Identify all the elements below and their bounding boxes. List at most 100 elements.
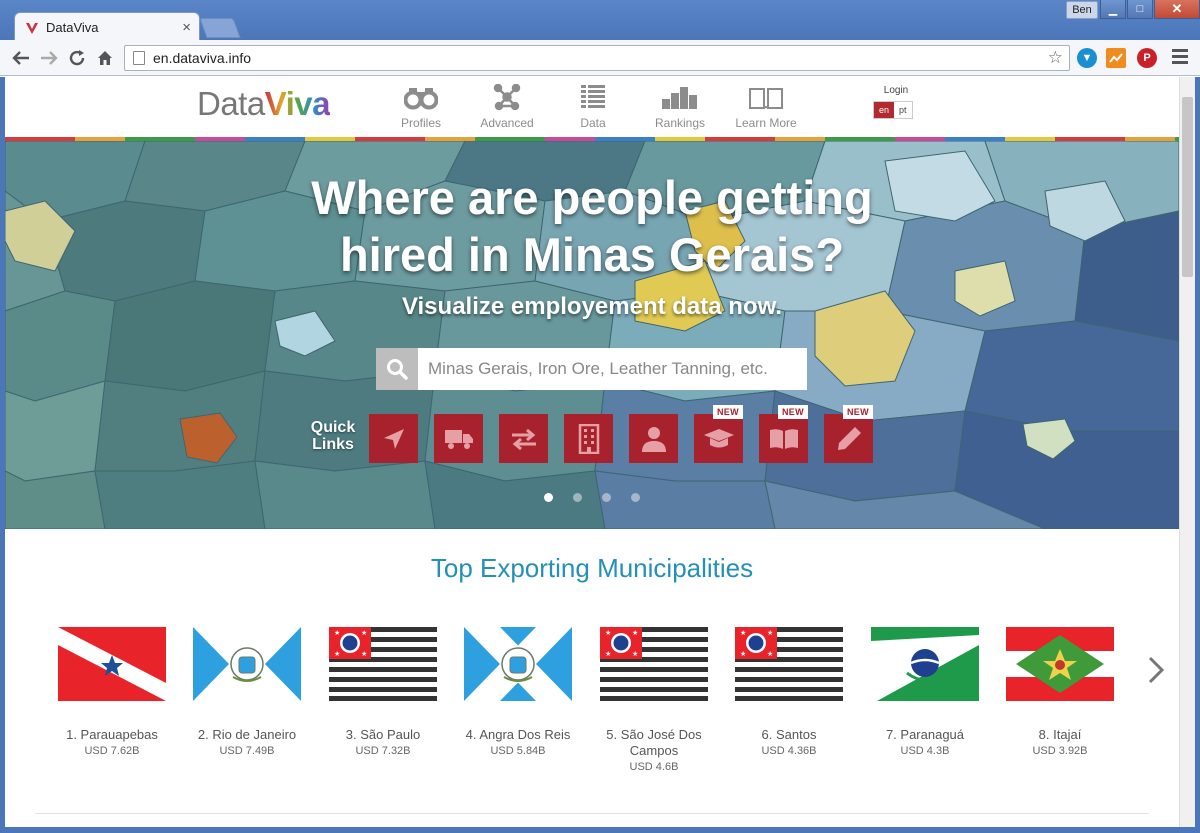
municipality-card[interactable]: ★ ★ ★ ★ 5. São José Dos Campos USD 4.6B — [586, 627, 722, 773]
extension-chart-icon[interactable] — [1106, 48, 1126, 68]
reload-icon[interactable] — [66, 47, 88, 69]
municipality-value: USD 7.32B — [355, 745, 411, 757]
municipality-card[interactable]: ★ ★ ★ ★ 6. Santos USD 4.36B — [721, 627, 857, 757]
browser-tab[interactable]: DataViva × — [14, 12, 200, 42]
sao-paulo-flag: ★ ★ ★ ★ — [329, 627, 437, 701]
carousel-dot[interactable] — [544, 493, 553, 502]
bookmark-star-icon[interactable]: ☆ — [1048, 48, 1063, 68]
scrollbar-thumb[interactable] — [1182, 97, 1193, 277]
municipality-name: 1. Parauapebas — [66, 727, 158, 742]
quick-link-person[interactable] — [629, 414, 678, 463]
browser-menu-icon[interactable] — [1172, 49, 1188, 65]
page-icon — [133, 51, 145, 65]
carousel-dot[interactable] — [602, 493, 611, 502]
page-scrollbar[interactable] — [1179, 77, 1195, 827]
carousel-dot[interactable] — [573, 493, 582, 502]
login-link[interactable]: Login — [873, 85, 919, 96]
building-icon — [578, 423, 599, 454]
new-tab-button[interactable] — [199, 18, 241, 38]
svg-text:★: ★ — [632, 629, 638, 637]
page-viewport: DataViva Profiles Advanced Data Rankings — [5, 77, 1179, 833]
dataviva-favicon-icon — [25, 21, 39, 35]
nav-rankings[interactable]: Rankings — [640, 84, 720, 130]
carousel-next-chevron-icon[interactable] — [1144, 655, 1168, 685]
svg-text:★: ★ — [767, 650, 773, 658]
svg-text:★: ★ — [632, 650, 638, 658]
hero-subtitle: Visualize employement data now. — [401, 293, 783, 320]
hero-search — [376, 348, 807, 390]
open-book-icon — [769, 428, 798, 449]
truck-icon — [444, 429, 473, 449]
search-icon — [387, 359, 408, 380]
search-button[interactable] — [376, 348, 418, 390]
forward-arrow-icon[interactable] — [38, 47, 60, 69]
municipality-name: 5. São José Dos Campos — [606, 727, 702, 758]
lang-pt-button[interactable]: pt — [894, 102, 912, 118]
window-frame-bottom — [0, 827, 1200, 833]
tab-close-icon[interactable]: × — [182, 20, 191, 35]
language-switcher: en pt — [873, 101, 913, 119]
lang-en-button[interactable]: en — [874, 102, 895, 118]
carousel-dot[interactable] — [631, 493, 640, 502]
book-icon — [726, 84, 806, 112]
minimize-button[interactable]: ▁ — [1100, 0, 1126, 19]
back-arrow-icon[interactable] — [10, 47, 32, 69]
table-icon — [553, 84, 633, 112]
extension-shield-icon[interactable]: ▼ — [1077, 48, 1097, 68]
svg-text:★: ★ — [767, 629, 773, 637]
nav-learn-more[interactable]: Learn More — [726, 84, 806, 130]
maximize-button[interactable]: □ — [1127, 0, 1153, 19]
santa-catarina-flag — [1006, 627, 1114, 701]
quick-link-publications[interactable] — [759, 414, 808, 463]
exchange-icon — [511, 428, 536, 450]
new-badge: NEW — [778, 405, 808, 419]
nav-advanced[interactable]: Advanced — [467, 84, 547, 130]
close-window-button[interactable]: ✕ — [1154, 0, 1200, 19]
profile-user-button[interactable]: Ben — [1066, 1, 1098, 19]
municipality-card[interactable]: 7. Paranaguá USD 4.3B — [857, 627, 993, 757]
municipality-card[interactable]: 4. Angra Dos Reis USD 5.84B — [450, 627, 586, 757]
url-text[interactable]: en.dataviva.info — [153, 50, 1048, 66]
municipality-name: 4. Angra Dos Reis — [465, 727, 571, 742]
municipality-value: USD 4.36B — [761, 745, 817, 757]
person-icon — [641, 426, 666, 452]
dataviva-logo[interactable]: DataViva — [197, 85, 331, 123]
address-bar[interactable]: en.dataviva.info ☆ — [124, 45, 1070, 71]
nav-label: Data — [580, 116, 606, 130]
municipality-card[interactable]: 8. Itajaí USD 3.92B — [992, 627, 1128, 757]
nav-profiles[interactable]: Profiles — [381, 84, 461, 130]
quick-link-truck[interactable] — [434, 414, 483, 463]
sao-paulo-flag: ★ ★ ★ ★ — [600, 627, 708, 701]
pinterest-icon[interactable]: P — [1137, 48, 1157, 68]
quick-links-label-line2: Links — [312, 436, 354, 453]
search-input[interactable] — [418, 348, 807, 390]
municipality-name: 6. Santos — [761, 727, 817, 742]
nav-label: Rankings — [654, 116, 706, 130]
quick-link-building[interactable] — [564, 414, 613, 463]
municipality-name: 2. Rio de Janeiro — [197, 727, 297, 742]
home-icon[interactable] — [94, 47, 116, 69]
municipality-card[interactable]: 2. Rio de Janeiro USD 7.49B — [179, 627, 315, 757]
municipality-value: USD 3.92B — [1032, 745, 1088, 757]
svg-text:★: ★ — [740, 629, 746, 637]
municipality-name: 8. Itajaí — [1038, 727, 1082, 742]
municipality-card[interactable]: 1. Parauapebas USD 7.62B — [44, 627, 180, 757]
quick-link-survey[interactable] — [824, 414, 873, 463]
nav-data[interactable]: Data — [553, 84, 633, 130]
quick-link-location[interactable] — [369, 414, 418, 463]
logo-data-text: Data — [197, 85, 265, 122]
quick-link-exchange[interactable] — [499, 414, 548, 463]
hero-title-line2: hired in Minas Gerais? — [339, 228, 845, 281]
municipality-card[interactable]: ★ ★ ★ ★ 3. São Paulo USD 7.32B — [315, 627, 451, 757]
svg-text:★: ★ — [334, 629, 340, 637]
municipality-value: USD 7.49B — [219, 745, 275, 757]
svg-text:★: ★ — [361, 629, 367, 637]
svg-text:★: ★ — [605, 650, 611, 658]
svg-text:★: ★ — [740, 650, 746, 658]
browser-toolbar: en.dataviva.info ☆ ▼ P — [0, 40, 1200, 76]
quick-link-education[interactable] — [694, 414, 743, 463]
graduation-cap-icon — [703, 428, 734, 447]
municipality-value: USD 4.6B — [629, 761, 679, 773]
new-badge: NEW — [843, 405, 873, 419]
nav-label: Learn More — [735, 116, 797, 130]
